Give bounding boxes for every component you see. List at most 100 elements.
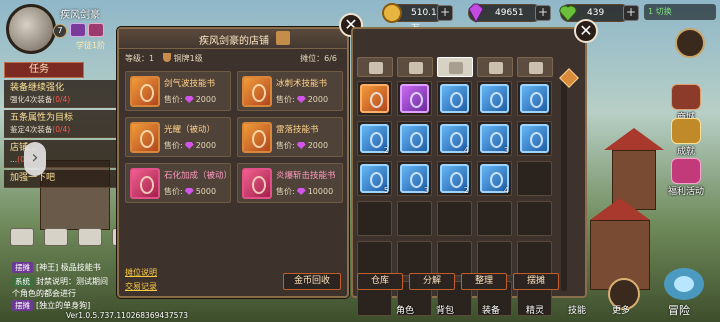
chat-bubble-icon[interactable] xyxy=(10,228,34,246)
chat-line[interactable]: 摆摊 [神王] 极品技能书 xyxy=(12,262,122,274)
inventory-close-icon[interactable]: ✕ xyxy=(574,19,598,43)
skill-book-icon xyxy=(242,122,272,153)
friends-icon[interactable] xyxy=(78,228,102,246)
gem-icon xyxy=(296,142,306,149)
chat-line[interactable]: 个角色的都会进行 xyxy=(12,288,122,300)
task-title: 五条属性为目标 xyxy=(10,113,74,123)
nav-equipment[interactable]: 装备 xyxy=(482,303,500,316)
item-name: 剑气波技能书 xyxy=(164,79,216,89)
item-count: 3 xyxy=(423,186,429,195)
stall-explain-link[interactable]: 摊位说明 xyxy=(125,267,157,278)
energy-counter: 439 + xyxy=(559,4,639,22)
nav-bag[interactable]: 背包 xyxy=(436,303,454,316)
tab-skill-books[interactable] xyxy=(437,57,473,77)
add-gold-button[interactable]: + xyxy=(437,5,453,21)
inventory-slot[interactable] xyxy=(397,81,432,116)
gold-counter: 510.13万 + xyxy=(382,3,453,34)
player-avatar[interactable] xyxy=(6,4,56,54)
add-energy-button[interactable]: + xyxy=(623,5,639,21)
gold-recycle-button[interactable]: 金币回收 xyxy=(283,273,341,290)
mail-icon[interactable] xyxy=(44,228,68,246)
skill-book-icon xyxy=(520,84,549,113)
inventory-slot[interactable] xyxy=(397,241,432,276)
item-name: 炎爆斩击技能书 xyxy=(276,171,336,181)
inventory-slot[interactable]: 2 xyxy=(437,161,472,196)
inventory-slot[interactable] xyxy=(397,201,432,236)
adventure-button[interactable]: 冒险 xyxy=(652,262,712,318)
expand-arrow-icon[interactable]: › xyxy=(24,142,46,176)
welfare-button[interactable]: 福利活动 xyxy=(666,158,706,197)
sort-button[interactable]: 整理 xyxy=(461,273,507,290)
inventory-slot[interactable] xyxy=(357,241,392,276)
inventory-slot[interactable]: 2 xyxy=(357,121,392,156)
disassemble-button[interactable]: 分解 xyxy=(409,273,455,290)
player-name: 疾风剑豪 xyxy=(60,10,100,21)
gem-icon xyxy=(296,96,306,103)
item-price: 售价: 2000 xyxy=(164,141,217,150)
tab-misc[interactable] xyxy=(517,57,553,77)
inventory-slot[interactable] xyxy=(437,81,472,116)
shop-item[interactable]: 石化加成（被动） 售价: 5000 xyxy=(125,163,233,203)
nav-pet[interactable]: 精灵 xyxy=(526,303,544,316)
nav-character[interactable]: 角色 xyxy=(396,303,414,316)
task-item[interactable]: 装备继续强化 强化4次装备(0/4) xyxy=(4,80,116,108)
inventory-slot[interactable] xyxy=(517,121,552,156)
skill-book-icon xyxy=(130,122,160,153)
item-count: 5 xyxy=(383,186,389,195)
add-gem-button[interactable]: + xyxy=(535,5,551,21)
store-icon xyxy=(671,84,701,110)
vip-icon xyxy=(70,23,86,37)
warehouse-button[interactable]: 仓库 xyxy=(357,273,403,290)
nav-more[interactable]: 更多 xyxy=(612,303,630,316)
item-name: 雷落技能书 xyxy=(276,125,319,135)
inventory-slot[interactable] xyxy=(357,201,392,236)
tab-consumables[interactable] xyxy=(477,57,513,77)
inventory-slot[interactable] xyxy=(517,241,552,276)
skill-book-icon xyxy=(360,84,389,113)
inventory-slot[interactable]: 5 xyxy=(357,161,392,196)
chat-line[interactable]: 系统 封禁说明：测试期间 xyxy=(12,276,122,288)
inventory-slot[interactable]: 3 xyxy=(477,121,512,156)
shop-item[interactable]: 炎爆斩击技能书 售价: 10000 xyxy=(237,163,343,203)
gem-icon xyxy=(184,142,194,149)
shop-item[interactable]: 冰刺术技能书 售价: 2000 xyxy=(237,71,343,111)
inventory-slot[interactable] xyxy=(477,81,512,116)
inventory-slot[interactable] xyxy=(357,81,392,116)
shop-item[interactable]: 光耀（被动） 售价: 2000 xyxy=(125,117,231,157)
inventory-slot[interactable] xyxy=(477,241,512,276)
stall-button[interactable]: 摆摊 xyxy=(513,273,559,290)
edit-icon[interactable] xyxy=(276,31,290,45)
task-title: 加强一下吧 xyxy=(10,173,56,183)
task-tab[interactable]: 任务 xyxy=(4,62,84,78)
inventory-slot[interactable] xyxy=(397,121,432,156)
tab-materials[interactable] xyxy=(397,57,433,77)
inventory-slot[interactable] xyxy=(437,241,472,276)
inventory-slot[interactable] xyxy=(477,201,512,236)
inventory-scrollbar[interactable] xyxy=(561,81,567,291)
tab-all[interactable] xyxy=(357,57,393,77)
inventory-slot[interactable]: 4 xyxy=(477,161,512,196)
inventory-slot[interactable] xyxy=(517,161,552,196)
trade-records-link[interactable]: 交易记录 xyxy=(125,281,157,292)
achievement-button[interactable]: 成就 xyxy=(666,118,706,157)
inventory-slot[interactable]: 3 xyxy=(397,161,432,196)
compass-button[interactable] xyxy=(670,28,710,58)
inventory-slot[interactable] xyxy=(517,201,552,236)
shop-item[interactable]: 雷落技能书 售价: 2000 xyxy=(237,117,343,157)
item-name: 石化加成（被动） xyxy=(164,171,233,181)
item-count: 4 xyxy=(503,186,509,195)
shop-title: 疾风剑豪的店铺 xyxy=(199,36,269,47)
task-item[interactable]: 五条属性为目标 鉴定4次装备(0/4) xyxy=(4,110,116,138)
inventory-slot[interactable] xyxy=(517,81,552,116)
task-item[interactable]: 加强一下吧 xyxy=(4,170,116,188)
shop-item[interactable]: 剑气波技能书 售价: 2000 xyxy=(125,71,231,111)
task-desc: 强化4次装备(0/4) xyxy=(10,95,71,104)
item-name: 冰刺术技能书 xyxy=(276,79,328,89)
inventory-slot[interactable] xyxy=(437,201,472,236)
background-roof xyxy=(590,198,650,220)
gem-counter: 49651 + xyxy=(468,3,551,24)
nav-skills[interactable]: 技能 xyxy=(568,303,586,316)
inventory-slot[interactable]: 4 xyxy=(437,121,472,156)
shop-header: 疾风剑豪的店铺 xyxy=(119,29,347,49)
task-item[interactable]: 店铺... ...(0/1) xyxy=(4,140,116,168)
